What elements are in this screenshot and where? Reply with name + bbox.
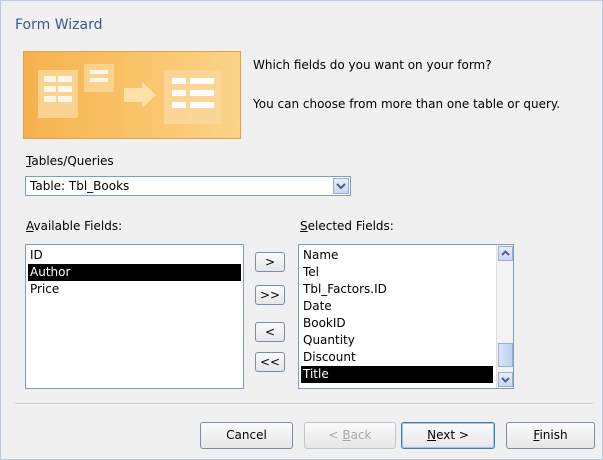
list-item[interactable]: Price (28, 281, 241, 298)
vertical-scrollbar[interactable] (496, 245, 513, 388)
remove-field-button[interactable]: < (255, 322, 285, 342)
tables-queries-label-text: ables/Queries (31, 154, 114, 168)
prompt-question: Which fields do you want on your form? (253, 58, 492, 72)
tables-queries-combobox[interactable]: Table: Tbl_Books (25, 176, 351, 196)
chevron-down-icon[interactable] (333, 178, 349, 194)
selected-fields-label: Selected Fields: (300, 219, 394, 233)
back-button-prefix: < (328, 428, 343, 442)
tables-queries-label: Tables/Queries (26, 154, 114, 168)
list-item[interactable]: Name (301, 247, 493, 264)
scroll-up-icon[interactable] (498, 246, 513, 261)
selected-fields-list[interactable]: Name Tel Tbl_Factors.ID Date BookID Quan… (298, 244, 514, 389)
list-item-selected[interactable]: Title (301, 366, 493, 383)
finish-button[interactable]: Finish (506, 422, 595, 449)
next-button-text: ext > (436, 428, 469, 442)
back-button[interactable]: < Back (304, 422, 396, 449)
list-item[interactable]: BookID (301, 315, 493, 332)
available-fields-label: Available Fields: (26, 219, 122, 233)
list-item-selected[interactable]: Author (28, 264, 241, 281)
window-title: Form Wizard (15, 17, 103, 33)
next-button-mnemonic: N (427, 428, 437, 442)
selected-fields-label-text: elected Fields: (307, 219, 394, 233)
list-item[interactable]: Quantity (301, 332, 493, 349)
selected-fields-label-mnemonic: S (300, 219, 308, 233)
scroll-down-icon[interactable] (498, 372, 513, 387)
add-field-button[interactable]: > (255, 252, 285, 272)
form-illustration-icon (38, 64, 222, 124)
back-button-text: ack (350, 428, 372, 442)
list-item[interactable]: Date (301, 298, 493, 315)
finish-button-text: inish (539, 428, 568, 442)
list-item[interactable]: Tbl_Factors.ID (301, 281, 493, 298)
available-fields-label-mnemonic: A (26, 219, 34, 233)
available-fields-list[interactable]: ID Author Price (25, 244, 244, 389)
prompt-hint: You can choose from more than one table … (253, 97, 561, 111)
list-item[interactable]: Tel (301, 264, 493, 281)
tables-queries-value: Table: Tbl_Books (30, 179, 130, 193)
title-bar: Form Wizard (1, 1, 602, 37)
add-all-fields-button[interactable]: >> (255, 285, 285, 305)
available-fields-label-text: vailable Fields: (33, 219, 123, 233)
cancel-button[interactable]: Cancel (200, 422, 293, 449)
form-wizard-dialog: Form Wizard Which fields do you want on … (0, 0, 603, 460)
list-item[interactable]: ID (28, 247, 241, 264)
list-item[interactable]: Discount (301, 349, 493, 366)
wizard-banner-graphic (23, 51, 241, 139)
next-button[interactable]: Next > (401, 422, 495, 449)
back-button-mnemonic: B (342, 428, 351, 442)
remove-all-fields-button[interactable]: << (255, 352, 285, 372)
scroll-thumb[interactable] (498, 343, 513, 367)
footer-divider (15, 403, 593, 405)
